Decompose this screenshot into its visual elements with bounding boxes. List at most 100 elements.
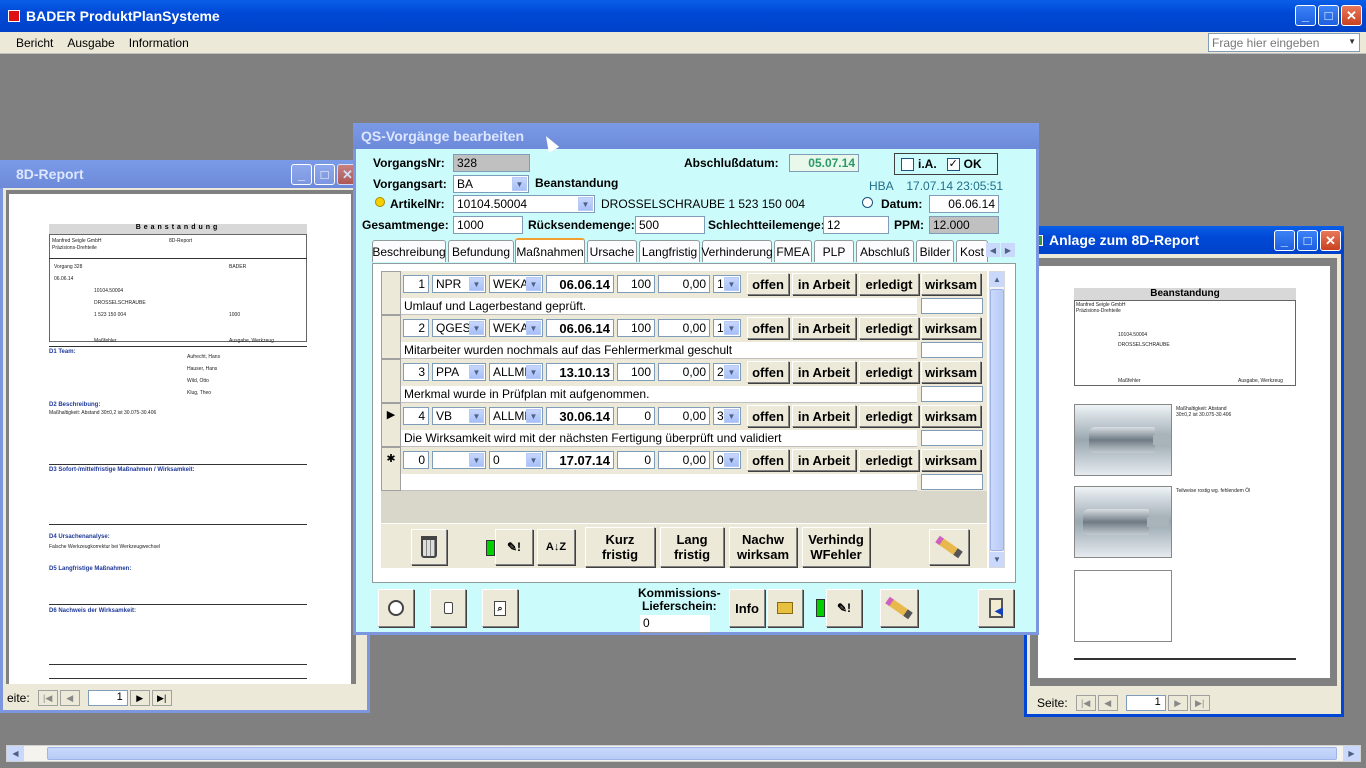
tab-ursache[interactable]: Ursache [587, 240, 637, 262]
report-minimize-button[interactable]: _ [291, 164, 312, 185]
row-text-field[interactable]: Die Wirksamkeit wird mit der nächsten Fe… [401, 430, 917, 447]
erledigt-button[interactable]: erledigt [859, 405, 919, 427]
anlage-prev-page-button[interactable]: ◀ [1097, 695, 1118, 711]
wirksam-button[interactable]: wirksam [921, 449, 981, 471]
datum-field[interactable]: 06.06.14 [929, 195, 999, 213]
row-text-field[interactable]: Merkmal wurde in Prüfplan mit aufgenomme… [401, 386, 917, 403]
row-text-field[interactable] [401, 474, 917, 491]
anlage-close-button[interactable]: ✕ [1320, 230, 1341, 251]
tab-befundung[interactable]: Befundung [448, 240, 514, 262]
tab-scroll-left-icon[interactable]: ◀ [986, 243, 1000, 257]
row-selector[interactable] [381, 271, 401, 315]
next-page-button[interactable]: ▶ [129, 690, 150, 706]
wirksam-button[interactable]: wirksam [921, 405, 981, 427]
row-selector[interactable]: ✱ [381, 447, 401, 491]
ok-checkbox[interactable]: ✓ [946, 157, 960, 171]
row-note-field[interactable] [921, 342, 983, 358]
row-cost-field[interactable]: 0,00 [658, 363, 710, 381]
tab-verhinderung[interactable]: Verhinderung [701, 240, 773, 262]
verhinderung-button[interactable]: Verhindg WFehler [802, 527, 870, 567]
anlage-last-page-button[interactable]: ▶| [1189, 695, 1210, 711]
info-button[interactable]: Info [729, 589, 765, 627]
row-text-field[interactable]: Umlauf und Lagerbestand geprüft. [401, 298, 917, 315]
offen-button[interactable]: offen [747, 361, 789, 383]
erledigt-button[interactable]: erledigt [859, 273, 919, 295]
row-code-select[interactable]: VB ▼ [432, 407, 486, 425]
in-arbeit-button[interactable]: in Arbeit [792, 273, 856, 295]
row-resp-select[interactable]: WEKA ▼ [489, 319, 543, 337]
offen-button[interactable]: offen [747, 317, 789, 339]
artikel-select[interactable]: 10104.50004 ▼ [453, 195, 595, 213]
chevron-down-icon[interactable]: ▼ [578, 197, 593, 211]
erledigt-button[interactable]: erledigt [859, 317, 919, 339]
row-date-field[interactable]: 06.06.14 [546, 275, 614, 293]
row-note-field[interactable] [921, 298, 983, 314]
erledigt-button[interactable]: erledigt [859, 361, 919, 383]
tab-massnahmen[interactable]: Maßnahmen [515, 238, 585, 263]
chevron-down-icon[interactable]: ▼ [526, 277, 541, 291]
row-nr-field[interactable]: 3 [403, 363, 429, 381]
row-nr-field[interactable]: 1 [403, 275, 429, 293]
horizontal-scrollbar[interactable]: ◀ ▶ [6, 745, 1361, 762]
abschluss-field[interactable]: 05.07.14 [789, 154, 859, 172]
tab-plp[interactable]: PLP [814, 240, 854, 262]
first-page-button[interactable]: |◀ [37, 690, 58, 706]
delete-button[interactable] [411, 529, 447, 565]
row-date-field[interactable]: 17.07.14 [546, 451, 614, 469]
row-note-field[interactable] [921, 430, 983, 446]
chevron-down-icon[interactable]: ▼ [469, 365, 484, 379]
open-folder-button[interactable] [767, 589, 803, 627]
attention-bottom-button[interactable]: ✎! [826, 589, 862, 627]
offen-button[interactable]: offen [747, 449, 789, 471]
report-maximize-button[interactable]: □ [314, 164, 335, 185]
wirksam-button[interactable]: wirksam [921, 273, 981, 295]
chevron-down-icon[interactable]: ▼ [724, 365, 739, 379]
table-row[interactable]: ✱ 0 ▼ 0 ▼ 17.07.14 0 0,00 0 ▼ offen in Arbeit erledi… [381, 447, 987, 491]
gesamtmenge-field[interactable]: 1000 [453, 216, 523, 234]
table-row[interactable]: ▶ 4 VB ▼ ALLME ▼ 30.06.14 0 0,00 3 ▼ offen in Arbeit… [381, 403, 987, 447]
row-selector[interactable]: ▶ [381, 403, 401, 447]
report-page-input[interactable]: 1 [87, 690, 128, 706]
list-vertical-scrollbar[interactable]: ▲ ▼ [989, 271, 1005, 568]
menu-ausgabe[interactable]: Ausgabe [67, 36, 114, 50]
minimize-button[interactable]: _ [1295, 5, 1316, 26]
row-prio-select[interactable]: 1 ▼ [713, 275, 741, 293]
vorgangsnr-field[interactable]: 328 [453, 154, 530, 172]
kurzfristig-button[interactable]: Kurz fristig [585, 527, 655, 567]
scroll-left-button[interactable]: ◀ [7, 746, 24, 761]
scroll-thumb[interactable] [47, 747, 1337, 760]
row-prio-select[interactable]: 1 ▼ [713, 319, 741, 337]
row-prio-select[interactable]: 0 ▼ [713, 451, 741, 469]
table-row[interactable]: 1 NPR ▼ WEKA ▼ 06.06.14 100 0,00 1 ▼ offen in Arbei… [381, 271, 987, 315]
in-arbeit-button[interactable]: in Arbeit [792, 317, 856, 339]
row-date-field[interactable]: 06.06.14 [546, 319, 614, 337]
row-resp-select[interactable]: ALLME ▼ [489, 363, 543, 381]
tab-langfristig[interactable]: Langfristig [639, 240, 700, 262]
chevron-down-icon[interactable]: ▼ [724, 409, 739, 423]
row-cost-field[interactable]: 0,00 [658, 451, 710, 469]
row-text-field[interactable]: Mitarbeiter wurden nochmals auf das Fehl… [401, 342, 917, 359]
list-scroll-thumb[interactable] [990, 289, 1004, 551]
preview-button[interactable]: ⌕ [482, 589, 518, 627]
row-selector[interactable] [381, 359, 401, 403]
row-resp-select[interactable]: ALLME ▼ [489, 407, 543, 425]
row-cost-field[interactable]: 0,00 [658, 319, 710, 337]
ppm-field[interactable]: 12.000 [929, 216, 999, 234]
chevron-down-icon[interactable]: ▼ [512, 177, 527, 191]
chevron-down-icon[interactable]: ▼ [469, 277, 484, 291]
row-nr-field[interactable]: 2 [403, 319, 429, 337]
chevron-down-icon[interactable]: ▼ [724, 453, 739, 467]
tab-kost[interactable]: Kost [956, 240, 988, 262]
wirksam-button[interactable]: wirksam [921, 361, 981, 383]
row-note-field[interactable] [921, 386, 983, 402]
row-date-field[interactable]: 30.06.14 [546, 407, 614, 425]
pencil-bottom-button[interactable] [880, 589, 918, 627]
chevron-down-icon[interactable]: ▼ [526, 321, 541, 335]
in-arbeit-button[interactable]: in Arbeit [792, 405, 856, 427]
table-row[interactable]: 2 QGES ▼ WEKA ▼ 06.06.14 100 0,00 1 ▼ offen in Arbe… [381, 315, 987, 359]
attention-button[interactable]: ✎! [495, 529, 533, 565]
row-percent-field[interactable]: 100 [617, 363, 655, 381]
maximize-button[interactable]: □ [1318, 5, 1339, 26]
chevron-down-icon[interactable]: ▼ [469, 321, 484, 335]
anlage-first-page-button[interactable]: |◀ [1075, 695, 1096, 711]
